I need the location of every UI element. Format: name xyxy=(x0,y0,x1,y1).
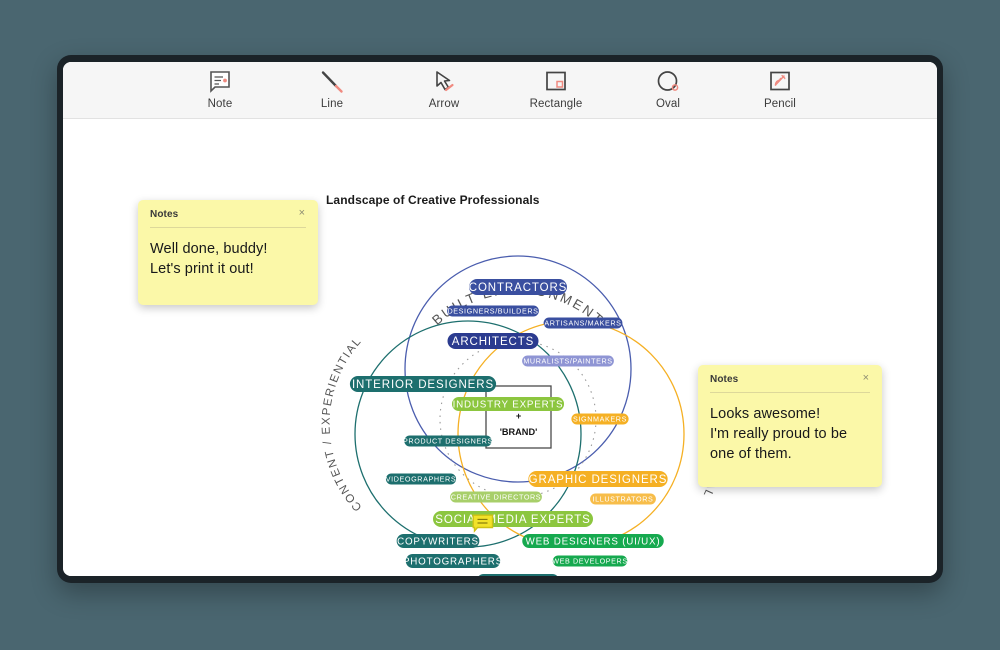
circle-label-content-experiential: CONTENT / EXPERIENTIAL xyxy=(320,335,364,513)
venn-node: INDUSTRY EXPERTS xyxy=(451,397,565,411)
annotation-toolbar: Note Line Arrow Rectangle Oval Pencil xyxy=(63,62,937,119)
app-window: Note Line Arrow Rectangle Oval Pencil La… xyxy=(63,62,937,576)
rectangle-icon xyxy=(544,69,568,95)
svg-text:PRODUCT DESIGNERS: PRODUCT DESIGNERS xyxy=(403,437,493,446)
tool-oval-label: Oval xyxy=(655,98,681,110)
venn-node: MURALISTS/PAINTERS xyxy=(522,355,614,367)
venn-diagram-svg: BUILT ENVIRONMENT CONTENT / EXPERIENTIAL… xyxy=(320,255,723,576)
svg-text:WEB DESIGNERS (UI/UX): WEB DESIGNERS (UI/UX) xyxy=(526,536,661,547)
document-canvas[interactable]: Landscape of Creative Professionals B LT… xyxy=(63,119,937,576)
sticky-note-1-header: Notes × xyxy=(150,208,306,228)
svg-text:DESIGNERS/BUILDERS: DESIGNERS/BUILDERS xyxy=(447,307,538,316)
venn-node: PRODUCT DESIGNERS xyxy=(403,435,493,447)
tool-rectangle-label: Rectangle xyxy=(529,98,583,110)
svg-text:WEB DEVELOPERS: WEB DEVELOPERS xyxy=(552,557,628,566)
sticky-note-1-title: Notes xyxy=(150,209,179,220)
tool-arrow[interactable]: Arrow xyxy=(408,69,480,110)
svg-text:ILLUSTRATORS: ILLUSTRATORS xyxy=(593,495,654,504)
venn-node: CREATIVE DIRECTORS xyxy=(450,491,542,503)
svg-text:VIDEOGRAPHERS: VIDEOGRAPHERS xyxy=(386,475,457,484)
venn-node: SIGNMAKERS xyxy=(571,413,629,425)
venn-node: WEB DESIGNERS (UI/UX) xyxy=(522,534,664,548)
svg-text:SOCIAL MEDIA EXPERTS: SOCIAL MEDIA EXPERTS xyxy=(435,514,590,526)
venn-node: PHOTOGRAPHERS xyxy=(403,554,503,568)
venn-node: VIDEOGRAPHERS xyxy=(386,473,457,485)
tool-oval[interactable]: Oval xyxy=(632,69,704,110)
tool-line-label: Line xyxy=(320,98,344,110)
svg-text:GRAPHIC DESIGNERS: GRAPHIC DESIGNERS xyxy=(529,474,668,486)
note-icon xyxy=(208,69,232,95)
svg-text:CREATIVE DIRECTORS: CREATIVE DIRECTORS xyxy=(451,493,541,502)
svg-text:+: + xyxy=(516,411,521,421)
line-icon xyxy=(320,69,344,95)
tool-arrow-label: Arrow xyxy=(428,98,460,110)
arrow-icon xyxy=(432,69,456,95)
venn-node: STRATEGISTS xyxy=(478,574,558,576)
venn-node: ARCHITECTS xyxy=(447,333,539,349)
sticky-note-1-body[interactable]: Well done, buddy! Let's print it out! xyxy=(150,239,306,279)
sticky-note-2[interactable]: Notes × Looks awesome! I'm really proud … xyxy=(698,365,882,487)
svg-text:COPYWRITERS: COPYWRITERS xyxy=(397,536,479,547)
venn-node: INTERIOR DESIGNERS xyxy=(349,376,497,392)
svg-text:INDUSTRY EXPERTS: INDUSTRY EXPERTS xyxy=(453,399,564,410)
tool-line[interactable]: Line xyxy=(296,69,368,110)
tool-note-label: Note xyxy=(207,98,233,110)
tool-rectangle[interactable]: Rectangle xyxy=(520,69,592,110)
sticky-note-2-title: Notes xyxy=(710,374,739,385)
oval-icon xyxy=(656,69,680,95)
tool-pencil-label: Pencil xyxy=(764,98,796,110)
close-icon[interactable]: × xyxy=(298,208,306,219)
tool-note[interactable]: Note xyxy=(184,69,256,110)
venn-node: DESIGNERS/BUILDERS xyxy=(447,305,539,317)
svg-text:MURALISTS/PAINTERS: MURALISTS/PAINTERS xyxy=(523,357,612,366)
venn-node: SOCIAL MEDIA EXPERTS xyxy=(433,511,593,527)
sticky-note-2-body[interactable]: Looks awesome! I'm really proud to be on… xyxy=(710,404,870,464)
page-title: Landscape of Creative Professionals xyxy=(326,193,540,207)
venn-node: CONTRACTORS xyxy=(469,279,568,295)
sticky-note-1[interactable]: Notes × Well done, buddy! Let's print it… xyxy=(138,200,318,305)
note-marker-right[interactable] xyxy=(472,514,494,539)
center-owner-brand: OWNER + 'BRAND' xyxy=(485,385,552,449)
svg-text:ARTISANS/MAKERS: ARTISANS/MAKERS xyxy=(544,319,621,328)
tool-pencil[interactable]: Pencil xyxy=(744,69,816,110)
screenshot-stage: Note Line Arrow Rectangle Oval Pencil La… xyxy=(0,0,1000,650)
app-window-frame: Note Line Arrow Rectangle Oval Pencil La… xyxy=(57,55,943,583)
venn-node: COPYWRITERS xyxy=(396,534,480,548)
svg-text:PHOTOGRAPHERS: PHOTOGRAPHERS xyxy=(403,556,503,567)
venn-node: WEB DEVELOPERS xyxy=(552,555,628,567)
venn-node: GRAPHIC DESIGNERS xyxy=(528,471,668,487)
venn-node: ARTISANS/MAKERS xyxy=(543,317,623,329)
venn-node: ILLUSTRATORS xyxy=(590,493,656,505)
svg-text:INTERIOR DESIGNERS: INTERIOR DESIGNERS xyxy=(352,379,494,391)
pencil-icon xyxy=(768,69,792,95)
close-icon[interactable]: × xyxy=(862,373,870,384)
svg-text:ARCHITECTS: ARCHITECTS xyxy=(452,336,534,348)
svg-text:CONTRACTORS: CONTRACTORS xyxy=(469,282,568,294)
sticky-note-2-header: Notes × xyxy=(710,373,870,393)
svg-text:SIGNMAKERS: SIGNMAKERS xyxy=(573,415,627,424)
venn-diagram: BUILT ENVIRONMENT CONTENT / EXPERIENTIAL… xyxy=(313,219,733,576)
svg-text:'BRAND': 'BRAND' xyxy=(500,427,538,437)
